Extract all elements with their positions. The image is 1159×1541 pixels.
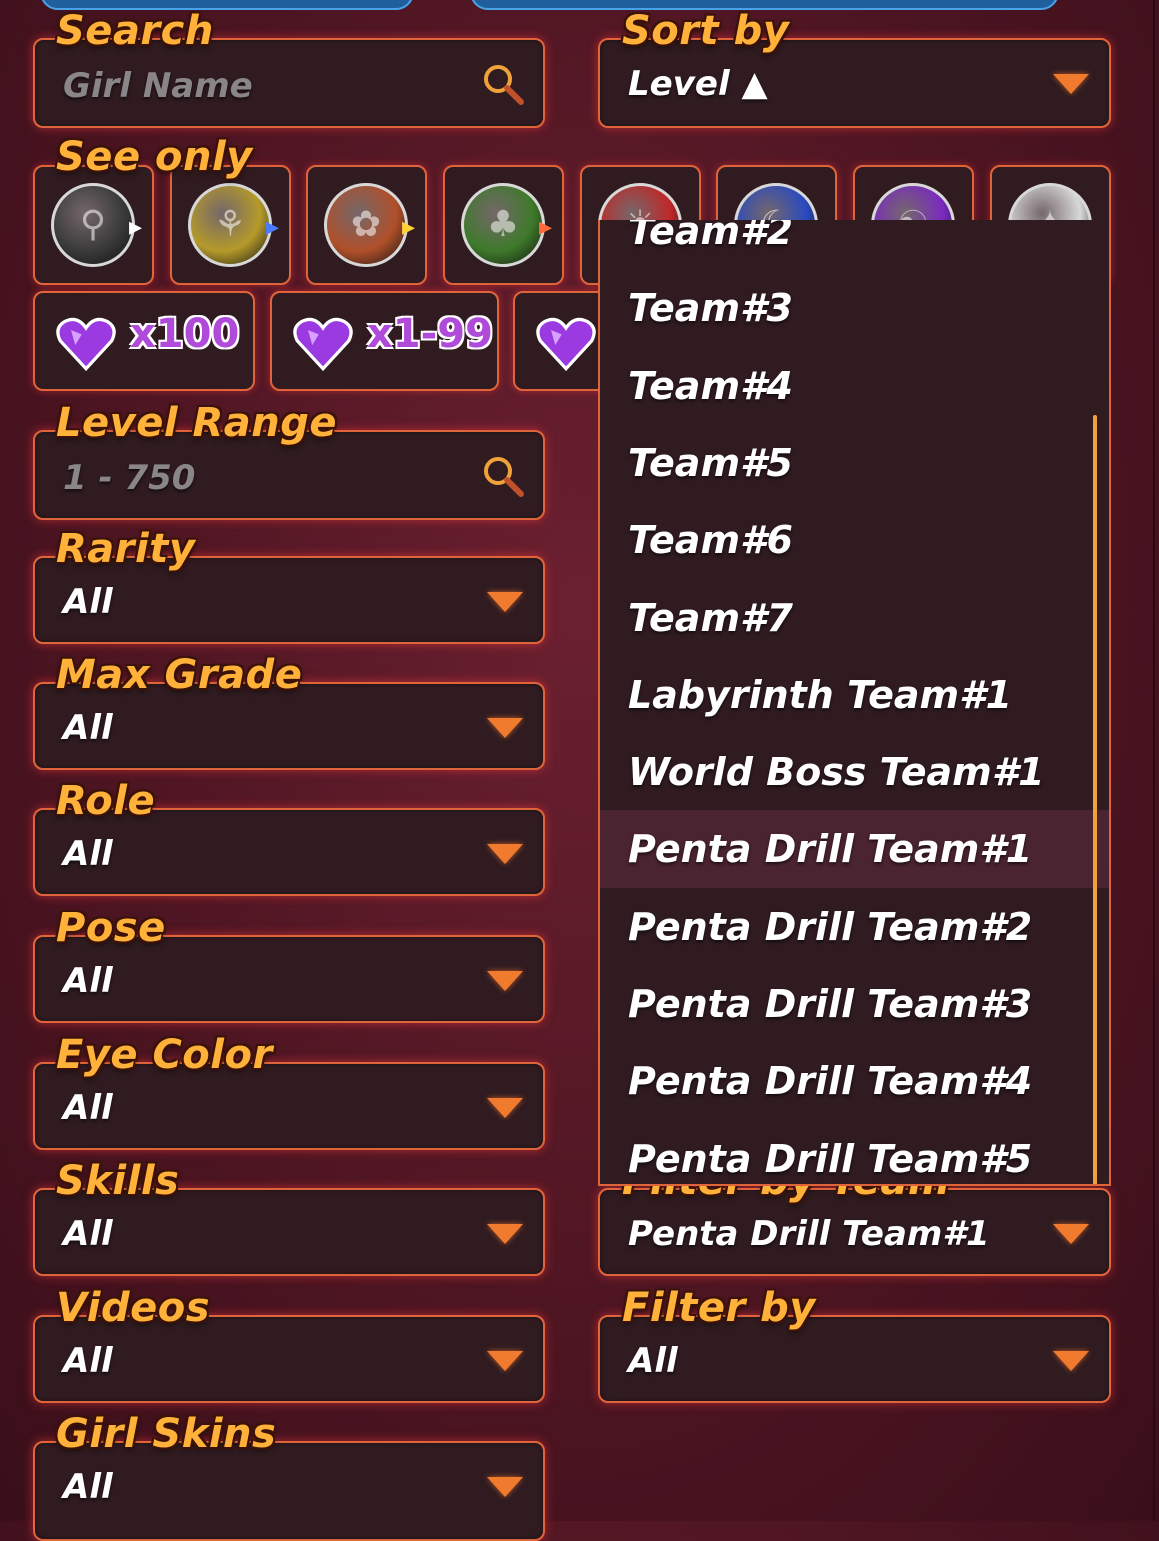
team-option[interactable]: Penta Drill Team#2: [600, 888, 1109, 966]
shard-x1-99-label: x1-99: [367, 311, 493, 357]
girl-skins-value: All: [63, 1467, 113, 1507]
dark-element-icon: ⚲ ▸: [51, 183, 142, 267]
level-range-label: Level Range: [56, 400, 337, 446]
chevron-down-icon: [1053, 1351, 1089, 1371]
pose-label: Pose: [56, 905, 166, 951]
arrow-icon: ▸: [538, 212, 552, 242]
chevron-down-icon: [487, 592, 523, 612]
level-range-placeholder: 1 - 750: [63, 458, 196, 498]
max-grade-value: All: [63, 708, 113, 748]
element-symbol-icon: ⚘: [213, 204, 247, 245]
search-label: Search: [56, 8, 214, 54]
chevron-down-icon: [487, 718, 523, 738]
team-option[interactable]: Team#7: [600, 579, 1109, 657]
heart-gem-icon: [56, 317, 116, 372]
eye-color-label: Eye Color: [56, 1032, 273, 1078]
team-option[interactable]: Labyrinth Team#1: [600, 656, 1109, 734]
chevron-down-icon: [487, 1224, 523, 1244]
shard-x100-label: x100: [130, 311, 240, 357]
chevron-down-icon: [1053, 1224, 1089, 1244]
role-value: All: [63, 834, 113, 874]
heart-gem-icon: [293, 317, 353, 372]
yellow-element-icon: ⚘ ▸: [188, 183, 279, 267]
arrow-icon: ▸: [265, 212, 279, 242]
chevron-down-icon: [487, 971, 523, 991]
chevron-down-icon: [487, 1098, 523, 1118]
rarity-label: Rarity: [56, 526, 196, 572]
chevron-down-icon: [487, 1351, 523, 1371]
shard-filter-x100[interactable]: x100: [33, 291, 255, 391]
element-filter-yellow-element[interactable]: ⚘ ▸: [170, 165, 291, 285]
team-dropdown-list[interactable]: Team#2 Team#3 Team#4 Team#5 Team#6 Team#7 Laby…: [598, 220, 1111, 1186]
search-icon[interactable]: [481, 62, 525, 106]
girl-skins-label: Girl Skins: [56, 1411, 277, 1457]
max-grade-label: Max Grade: [56, 652, 303, 698]
team-option[interactable]: World Boss Team#1: [600, 733, 1109, 811]
team-option[interactable]: Team#5: [600, 424, 1109, 502]
team-option[interactable]: Penta Drill Team#4: [600, 1042, 1109, 1120]
element-symbol-icon: ⚲: [79, 204, 107, 245]
shard-filter-x1-99[interactable]: x1-99: [270, 291, 499, 391]
heart-gem-icon: [536, 317, 596, 372]
videos-label: Videos: [56, 1285, 211, 1331]
orange-element-icon: ✿ ▸: [324, 183, 415, 267]
element-symbol-icon: ♣: [486, 204, 520, 245]
team-option[interactable]: Team#6: [600, 501, 1109, 579]
chevron-down-icon: [487, 844, 523, 864]
green-element-icon: ♣ ▸: [461, 183, 552, 267]
arrow-icon: ▸: [401, 212, 415, 242]
sort-by-value: Level ▲: [628, 64, 768, 104]
rarity-value: All: [63, 582, 113, 622]
role-label: Role: [56, 778, 156, 824]
skills-label: Skills: [56, 1158, 180, 1204]
element-filter-dark-element[interactable]: ⚲ ▸: [33, 165, 154, 285]
team-option[interactable]: Penta Drill Team#3: [600, 965, 1109, 1043]
filter-by-team-value: Penta Drill Team#1: [628, 1214, 990, 1254]
team-option[interactable]: Penta Drill Team#1: [600, 810, 1109, 889]
element-symbol-icon: ✿: [350, 204, 382, 245]
chevron-down-icon: [1053, 74, 1089, 94]
chevron-down-icon: [487, 1477, 523, 1497]
see-only-label: See only: [56, 134, 253, 180]
videos-value: All: [63, 1341, 113, 1381]
eye-color-value: All: [63, 1088, 113, 1128]
arrow-icon: ▸: [128, 212, 142, 242]
team-option[interactable]: Team#4: [600, 347, 1109, 425]
element-filter-orange-element[interactable]: ✿ ▸: [306, 165, 427, 285]
team-option[interactable]: Team#3: [600, 269, 1109, 347]
filter-by-label: Filter by: [622, 1285, 816, 1331]
team-option[interactable]: Penta Drill Team#5: [600, 1120, 1109, 1184]
page-edge: [1153, 0, 1155, 1521]
pose-value: All: [63, 961, 113, 1001]
team-option[interactable]: Team#2: [600, 220, 1109, 270]
dropdown-scrollbar[interactable]: [1093, 415, 1097, 1184]
search-placeholder: Girl Name: [63, 66, 253, 106]
element-filter-green-element[interactable]: ♣ ▸: [443, 165, 564, 285]
search-icon[interactable]: [481, 454, 525, 498]
skills-value: All: [63, 1214, 113, 1254]
sort-by-label: Sort by: [622, 8, 790, 54]
filter-by-value: All: [628, 1341, 678, 1381]
